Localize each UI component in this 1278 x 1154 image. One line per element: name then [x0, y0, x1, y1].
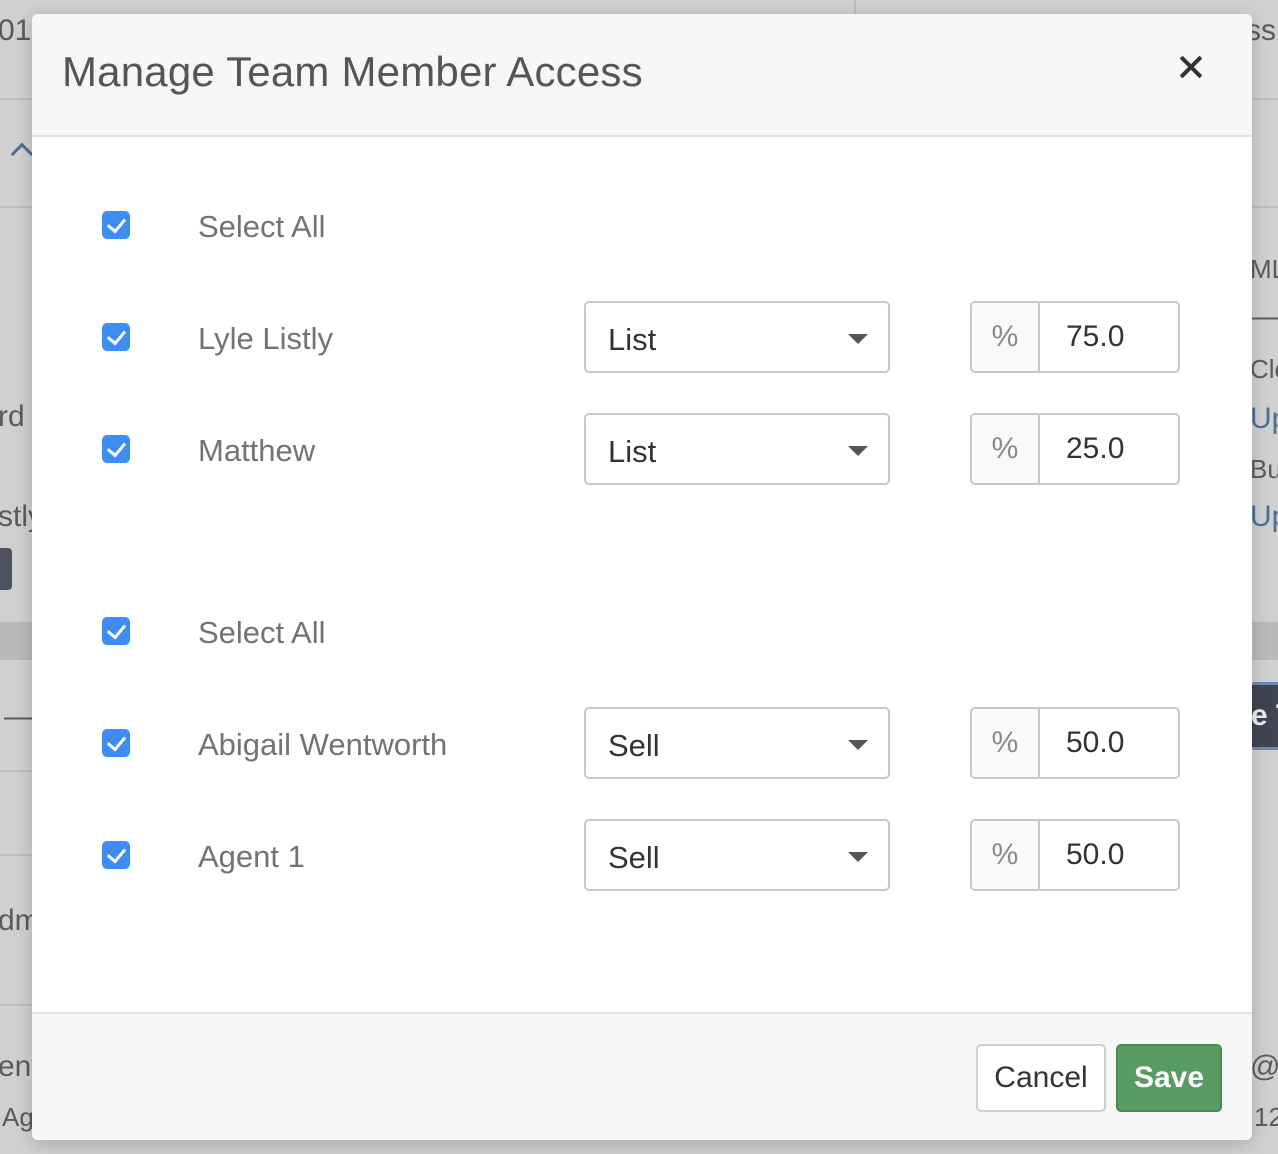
close-icon[interactable] [1178, 54, 1204, 80]
role-select-value: Sell [608, 728, 660, 763]
bg-text: Clo [1250, 354, 1278, 384]
member-row: Matthew List % [32, 413, 1252, 485]
save-button[interactable]: Save [1116, 1044, 1222, 1112]
member-row: Abigail Wentworth Sell % [32, 707, 1252, 779]
percent-input-group: % [970, 819, 1180, 891]
member-checkbox[interactable] [102, 841, 130, 869]
member-row: Lyle Listly List % [32, 301, 1252, 373]
chevron-up-icon [10, 142, 34, 166]
role-select-value: List [608, 322, 657, 357]
bg-text: ML [1250, 254, 1278, 284]
modal-footer: Cancel Save [32, 1012, 1252, 1140]
bg-text: Ag [2, 1102, 34, 1132]
select-all-row: Select All [32, 595, 1252, 667]
bg-text: rd [0, 400, 25, 433]
role-select[interactable]: List [584, 301, 890, 373]
select-all-checkbox[interactable] [102, 617, 130, 645]
role-select[interactable]: List [584, 413, 890, 485]
bg-text: @L [1250, 1050, 1278, 1083]
bg-text: Buy [1250, 454, 1278, 484]
bg-divider [854, 0, 856, 14]
percent-input-group: % [970, 301, 1180, 373]
percent-input[interactable] [1042, 709, 1178, 777]
percent-input[interactable] [1042, 821, 1178, 889]
percent-input-group: % [970, 413, 1180, 485]
percent-addon: % [972, 303, 1040, 371]
caret-down-icon [848, 334, 868, 344]
role-select-value: Sell [608, 840, 660, 875]
percent-input[interactable] [1042, 303, 1178, 371]
select-all-row: Select All [32, 189, 1252, 261]
member-name: Lyle Listly [198, 321, 333, 356]
percent-input[interactable] [1042, 415, 1178, 483]
select-all-label: Select All [198, 615, 326, 650]
cancel-button[interactable]: Cancel [976, 1044, 1106, 1112]
modal-title: Manage Team Member Access [62, 48, 643, 95]
member-name: Abigail Wentworth [198, 727, 448, 762]
bg-chip [0, 548, 12, 590]
modal-header: Manage Team Member Access [32, 14, 1252, 137]
bg-text: 12 [1254, 1102, 1278, 1132]
select-all-label: Select All [198, 209, 326, 244]
modal-body: Select All Lyle Listly List % Matthew Li… [32, 137, 1252, 1012]
bg-text: — [4, 700, 34, 733]
member-name: Matthew [198, 433, 316, 468]
member-checkbox[interactable] [102, 323, 130, 351]
member-checkbox[interactable] [102, 435, 130, 463]
bg-text: — [1250, 300, 1278, 333]
member-row: Agent 1 Sell % [32, 819, 1252, 891]
member-checkbox[interactable] [102, 729, 130, 757]
member-name: Agent 1 [198, 839, 305, 874]
select-all-checkbox[interactable] [102, 211, 130, 239]
manage-access-modal: Manage Team Member Access Select All Lyl… [32, 14, 1252, 1140]
role-select-value: List [608, 434, 657, 469]
percent-addon: % [972, 821, 1040, 889]
bg-band [1250, 622, 1278, 660]
percent-input-group: % [970, 707, 1180, 779]
caret-down-icon [848, 740, 868, 750]
bg-text: Up [1250, 402, 1278, 435]
role-select[interactable]: Sell [584, 819, 890, 891]
percent-addon: % [972, 415, 1040, 483]
role-select[interactable]: Sell [584, 707, 890, 779]
caret-down-icon [848, 446, 868, 456]
percent-addon: % [972, 709, 1040, 777]
caret-down-icon [848, 852, 868, 862]
bg-text: Up [1250, 500, 1278, 533]
